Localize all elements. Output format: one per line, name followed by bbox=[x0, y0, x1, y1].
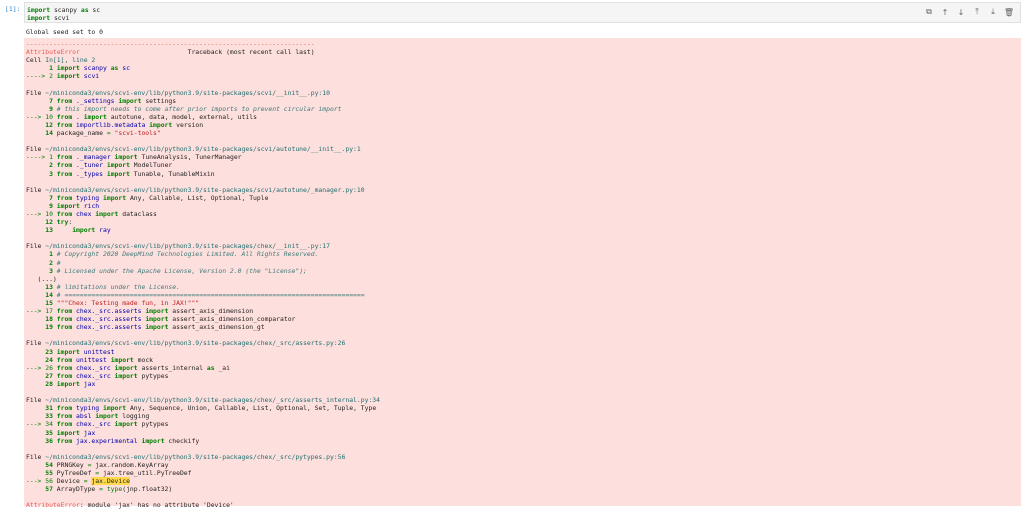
cell-output: Global seed set to 0 -------------------… bbox=[24, 26, 1021, 509]
duplicate-icon[interactable]: ⧉ bbox=[924, 7, 934, 17]
insert-below-icon[interactable]: ⤓ bbox=[988, 7, 998, 17]
stdout-text: Global seed set to 0 bbox=[26, 28, 103, 36]
delete-icon[interactable]: 🗑 bbox=[1004, 7, 1014, 17]
code-text: import scanpy as sc import scvi bbox=[27, 6, 101, 22]
error-traceback: ----------------------------------------… bbox=[24, 38, 1021, 509]
move-down-icon[interactable]: ↓ bbox=[956, 7, 966, 17]
insert-above-icon[interactable]: ⤒ bbox=[972, 7, 982, 17]
move-up-icon[interactable]: ↑ bbox=[940, 7, 950, 17]
code-input[interactable]: import scanpy as sc import scvi ⧉ ↑ ↓ ⤒ … bbox=[24, 2, 1021, 23]
traceback-text: ----------------------------------------… bbox=[26, 40, 380, 510]
cell-toolbar: ⧉ ↑ ↓ ⤒ ⤓ 🗑 bbox=[924, 7, 1014, 17]
cell-prompt: [1]: bbox=[5, 5, 21, 13]
